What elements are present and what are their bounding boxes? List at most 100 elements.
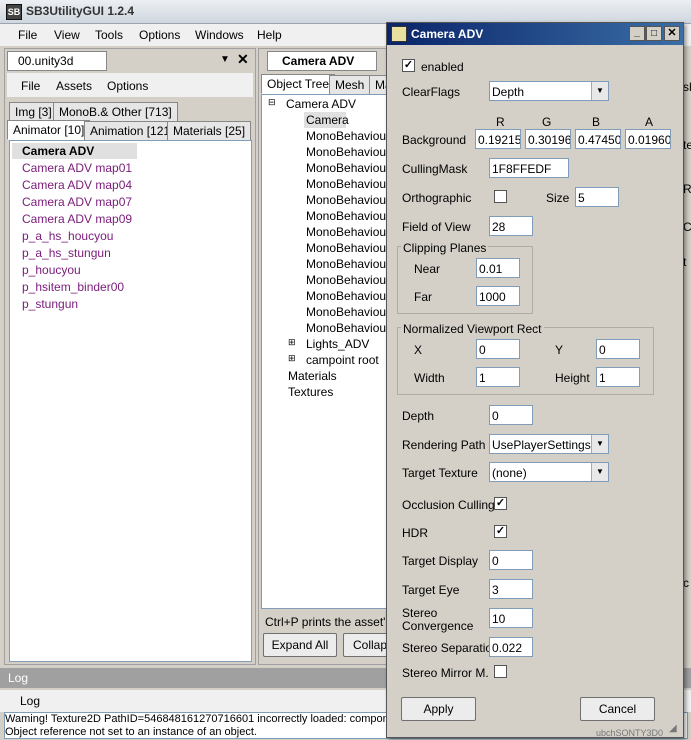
list-item[interactable]: Camera ADV map04 [22, 178, 132, 192]
tab-mesh[interactable]: Mesh [329, 75, 371, 95]
left-menu-assets[interactable]: Assets [56, 79, 92, 93]
viewport-height-field[interactable]: 1 [596, 367, 640, 387]
right-edge-text: te [683, 138, 691, 152]
animator-list[interactable]: Camera ADV Camera ADV map01 Camera ADV m… [9, 140, 252, 662]
viewport-width-field[interactable]: 1 [476, 367, 520, 387]
tree-node[interactable]: MonoBehaviour [306, 225, 390, 239]
orthographic-checkbox[interactable] [494, 190, 507, 203]
list-item[interactable]: p_a_hs_houcyou [22, 229, 113, 243]
enabled-checkbox[interactable]: ✓ [402, 59, 415, 72]
list-item[interactable]: p_stungun [22, 297, 78, 311]
background-a-field[interactable]: 0.01960 [625, 129, 671, 149]
target-texture-select[interactable]: (none) ▼ [489, 462, 609, 482]
tree-node[interactable]: MonoBehaviour [306, 257, 390, 271]
tree-node[interactable]: MonoBehaviour [306, 209, 390, 223]
tree-node[interactable]: Lights_ADV [306, 337, 369, 351]
tree-node[interactable]: MonoBehaviour [306, 161, 390, 175]
background-b-field[interactable]: 0.47450 [575, 129, 621, 149]
camera-adv-tab[interactable]: Camera ADV [267, 51, 377, 71]
tree-node[interactable]: MonoBehaviour [306, 177, 390, 191]
collapse-button[interactable]: Collaps [343, 633, 391, 657]
tree-node[interactable]: MonoBehaviour [306, 305, 390, 319]
tree-node[interactable]: MonoBehaviour [306, 273, 390, 287]
tab-object-tree[interactable]: Object Tree [261, 74, 336, 94]
menu-windows[interactable]: Windows [195, 28, 244, 42]
target-display-label: Target Display [402, 554, 479, 568]
stereo-convergence-field[interactable]: 10 [489, 608, 533, 628]
list-item[interactable]: Camera ADV map07 [22, 195, 132, 209]
object-tree[interactable]: ⊟ Camera ADV Camera MonoBehaviour MonoBe… [261, 94, 391, 609]
menu-help[interactable]: Help [257, 28, 282, 42]
menu-view[interactable]: View [54, 28, 80, 42]
background-g-field[interactable]: 0.30196 [525, 129, 571, 149]
tree-node[interactable]: Camera ADV [286, 97, 356, 111]
expand-all-button[interactable]: Expand All [263, 633, 337, 657]
close-icon[interactable]: ✕ [664, 26, 680, 41]
occlusion-culling-checkbox[interactable]: ✓ [494, 497, 507, 510]
stereo-separation-field[interactable]: 0.022 [489, 637, 533, 657]
list-item[interactable]: Camera ADV map09 [22, 212, 132, 226]
tree-node[interactable]: campoint root [306, 353, 379, 367]
menu-options[interactable]: Options [139, 28, 180, 42]
near-field[interactable]: 0.01 [476, 258, 520, 278]
right-edge-text: C [683, 220, 691, 234]
list-item[interactable]: p_hsitem_binder00 [22, 280, 124, 294]
right-edge-panel: sh te Re C t c [683, 70, 691, 740]
menu-tools[interactable]: Tools [95, 28, 123, 42]
close-icon[interactable]: ✕ [237, 51, 249, 68]
collapse-icon[interactable]: ⊟ [268, 97, 276, 108]
tree-node[interactable]: MonoBehaviour [306, 129, 390, 143]
cancel-button[interactable]: Cancel [580, 697, 655, 721]
dropdown-icon[interactable]: ▼ [220, 54, 230, 65]
tree-node[interactable]: MonoBehaviour [306, 241, 390, 255]
resize-grip-icon[interactable]: ◢ [669, 723, 677, 734]
background-r-field[interactable]: 0.19215 [475, 129, 521, 149]
viewport-x-field[interactable]: 0 [476, 339, 520, 359]
size-field[interactable]: 5 [575, 187, 619, 207]
menu-file[interactable]: File [18, 28, 37, 42]
tab-materials[interactable]: Materials [25] [167, 121, 252, 141]
expand-icon[interactable]: ⊞ [288, 353, 296, 364]
dialog-title: Camera ADV [411, 27, 484, 41]
r-header: R [496, 115, 505, 129]
left-menu-file[interactable]: File [21, 79, 40, 93]
camera-adv-dialog: Camera ADV _ □ ✕ ✓ enabled ClearFlags De… [386, 22, 684, 738]
tab-monob-other[interactable]: MonoB.& Other [713] [53, 102, 178, 122]
x-label: X [414, 343, 423, 357]
target-display-field[interactable]: 0 [489, 550, 533, 570]
left-menu-options[interactable]: Options [107, 79, 148, 93]
fov-field[interactable]: 28 [489, 216, 533, 236]
list-item[interactable]: Camera ADV map01 [22, 161, 132, 175]
tab-img[interactable]: Img [3] [9, 102, 58, 122]
list-item[interactable]: Camera ADV [22, 144, 94, 158]
list-item[interactable]: p_houcyou [22, 263, 81, 277]
clearflags-select[interactable]: Depth ▼ [489, 81, 609, 101]
tree-node[interactable]: Camera [306, 113, 349, 127]
tree-node[interactable]: Materials [288, 369, 337, 383]
tab-animation[interactable]: Animation [121] [84, 121, 180, 141]
dialog-title-bar: Camera ADV _ □ ✕ [387, 23, 683, 45]
apply-button[interactable]: Apply [401, 697, 476, 721]
maximize-icon[interactable]: □ [646, 26, 662, 41]
expand-icon[interactable]: ⊞ [288, 337, 296, 348]
list-item[interactable]: p_a_hs_stungun [22, 246, 111, 260]
enabled-label: enabled [421, 60, 464, 74]
tree-node[interactable]: MonoBehaviour [306, 193, 390, 207]
stereo-mirror-checkbox[interactable] [494, 665, 507, 678]
hdr-checkbox[interactable]: ✓ [494, 525, 507, 538]
tree-node[interactable]: Textures [288, 385, 333, 399]
depth-field[interactable]: 0 [489, 405, 533, 425]
far-field[interactable]: 1000 [476, 286, 520, 306]
main-title-bar: SB SB3UtilityGUI 1.2.4 [0, 0, 691, 24]
tree-node[interactable]: MonoBehaviour [306, 289, 390, 303]
viewport-y-field[interactable]: 0 [596, 339, 640, 359]
log-tab[interactable]: Log [20, 694, 40, 708]
target-eye-field[interactable]: 3 [489, 579, 533, 599]
minimize-icon[interactable]: _ [629, 26, 645, 41]
cullingmask-field[interactable]: 1F8FFEDF [489, 158, 569, 178]
tab-animator[interactable]: Animator [10] [7, 120, 91, 140]
rendering-path-select[interactable]: UsePlayerSettings ▼ [489, 434, 609, 454]
tree-node[interactable]: MonoBehaviour [306, 321, 390, 335]
document-tab[interactable]: 00.unity3d [7, 51, 107, 71]
tree-node[interactable]: MonoBehaviour [306, 145, 390, 159]
